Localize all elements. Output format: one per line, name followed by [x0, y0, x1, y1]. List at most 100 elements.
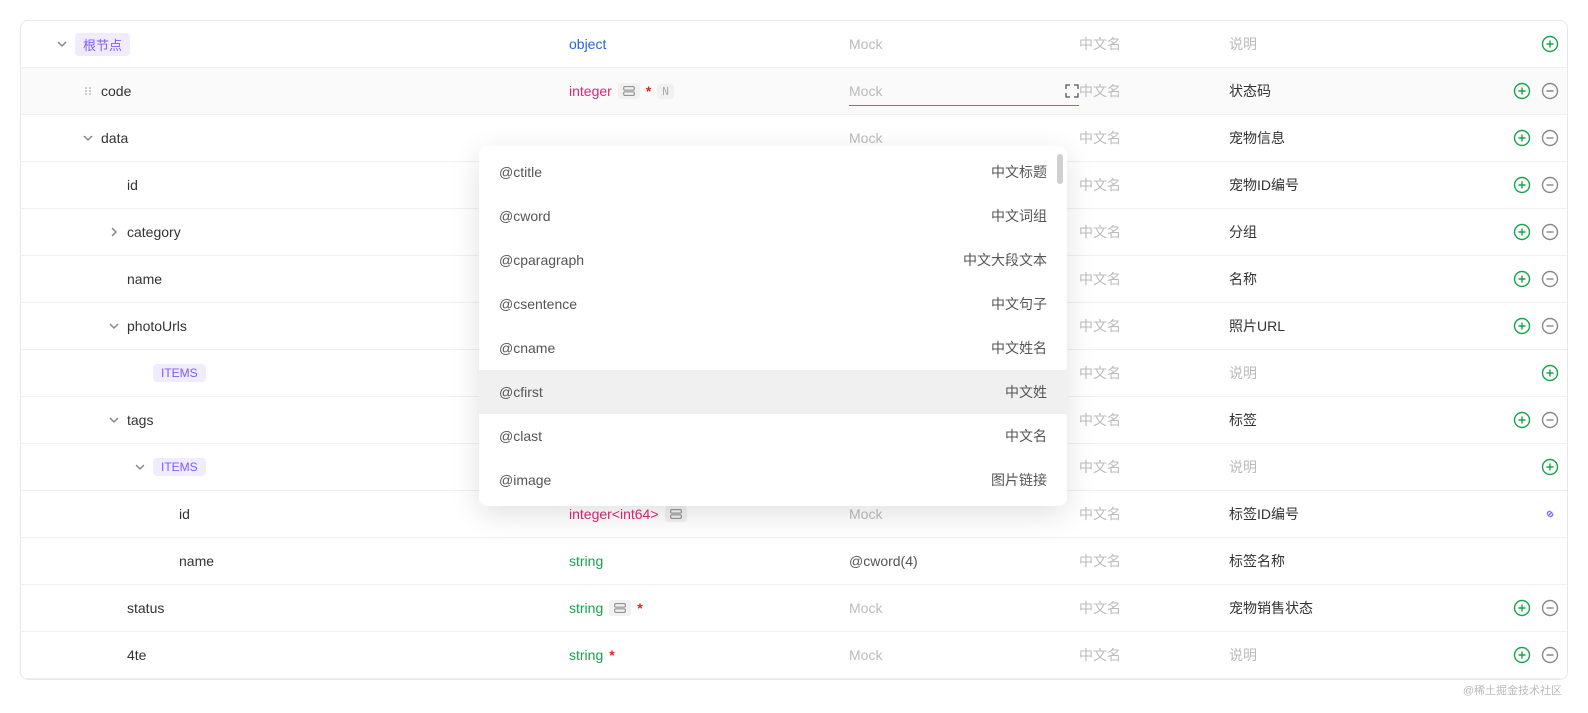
field-name[interactable]: data — [101, 130, 128, 146]
mock-input[interactable] — [849, 83, 1065, 99]
field-name[interactable]: name — [127, 271, 162, 287]
chinese-name-cell[interactable]: 中文名 — [1079, 81, 1229, 101]
chinese-name-cell[interactable]: 中文名 — [1079, 410, 1229, 430]
add-button[interactable] — [1541, 458, 1559, 476]
dropdown-item[interactable]: @cparagraph中文大段文本 — [479, 238, 1067, 282]
link-icon[interactable] — [1541, 505, 1559, 523]
field-name[interactable]: tags — [127, 412, 153, 428]
chinese-name-cell[interactable]: 中文名 — [1079, 598, 1229, 618]
mock-cell[interactable] — [849, 76, 1079, 106]
drag-handle-icon[interactable] — [81, 84, 95, 98]
required-star-icon[interactable]: * — [609, 647, 614, 663]
dropdown-item[interactable]: @cfirst中文姓 — [479, 370, 1067, 414]
items-badge[interactable]: ITEMS — [153, 364, 206, 382]
add-button[interactable] — [1541, 364, 1559, 382]
toggle-down-icon[interactable] — [107, 319, 121, 333]
toggle-down-icon[interactable] — [107, 413, 121, 427]
field-name[interactable]: category — [127, 224, 181, 240]
type-cell[interactable]: integer<int64> — [569, 506, 849, 522]
required-star-icon[interactable]: * — [637, 600, 642, 616]
items-badge[interactable]: ITEMS — [153, 458, 206, 476]
mock-cell[interactable]: Mock — [849, 647, 1079, 663]
field-name[interactable]: id — [127, 177, 138, 193]
field-name[interactable]: code — [101, 83, 131, 99]
chinese-name-cell[interactable]: 中文名 — [1079, 316, 1229, 336]
chinese-name-cell[interactable]: 中文名 — [1079, 175, 1229, 195]
mock-cell[interactable]: Mock — [849, 36, 1079, 52]
dropdown-item[interactable]: @cname中文姓名 — [479, 326, 1067, 370]
chinese-name-cell[interactable]: 中文名 — [1079, 645, 1229, 665]
combine-icon[interactable] — [665, 506, 687, 522]
chinese-name-cell[interactable]: 中文名 — [1079, 34, 1229, 54]
description-cell[interactable]: 标签名称 — [1229, 551, 1489, 571]
required-star-icon[interactable]: * — [646, 83, 651, 99]
remove-button[interactable] — [1541, 317, 1559, 335]
root-node-badge[interactable]: 根节点 — [75, 33, 130, 56]
chinese-name-cell[interactable]: 中文名 — [1079, 457, 1229, 477]
dropdown-item[interactable]: @csentence中文句子 — [479, 282, 1067, 326]
description-cell[interactable]: 宠物信息 — [1229, 128, 1489, 148]
chinese-name-cell[interactable]: 中文名 — [1079, 504, 1229, 524]
add-button[interactable] — [1513, 176, 1531, 194]
field-name[interactable]: 4te — [127, 647, 146, 663]
remove-button[interactable] — [1541, 176, 1559, 194]
add-button[interactable] — [1513, 411, 1531, 429]
description-cell[interactable]: 说明 — [1229, 363, 1489, 383]
add-button[interactable] — [1513, 223, 1531, 241]
type-cell[interactable]: string — [569, 553, 849, 569]
combine-icon[interactable] — [618, 83, 640, 99]
add-button[interactable] — [1513, 270, 1531, 288]
description-cell[interactable]: 照片URL — [1229, 316, 1489, 336]
remove-button[interactable] — [1541, 129, 1559, 147]
field-name[interactable]: photoUrls — [127, 318, 187, 334]
scrollbar-thumb[interactable] — [1057, 154, 1063, 184]
description-cell[interactable]: 名称 — [1229, 269, 1489, 289]
chinese-name-cell[interactable]: 中文名 — [1079, 363, 1229, 383]
add-button[interactable] — [1541, 35, 1559, 53]
dropdown-item[interactable]: @cword中文词组 — [479, 194, 1067, 238]
remove-button[interactable] — [1541, 411, 1559, 429]
chinese-name-cell[interactable]: 中文名 — [1079, 128, 1229, 148]
description-cell[interactable]: 分组 — [1229, 222, 1489, 242]
toggle-down-icon[interactable] — [81, 131, 95, 145]
mock-cell[interactable]: Mock — [849, 600, 1079, 616]
toggle-down-icon[interactable] — [133, 460, 147, 474]
add-button[interactable] — [1513, 599, 1531, 617]
description-cell[interactable]: 说明 — [1229, 645, 1489, 665]
remove-button[interactable] — [1541, 599, 1559, 617]
dropdown-item[interactable]: @ctitle中文标题 — [479, 150, 1067, 194]
field-name[interactable]: name — [179, 553, 214, 569]
add-button[interactable] — [1513, 317, 1531, 335]
remove-button[interactable] — [1541, 270, 1559, 288]
add-button[interactable] — [1513, 646, 1531, 664]
type-cell[interactable]: integer*N — [569, 83, 849, 99]
remove-button[interactable] — [1541, 82, 1559, 100]
mock-cell[interactable]: @cword(4) — [849, 553, 1079, 569]
dropdown-item[interactable]: @image图片链接 — [479, 458, 1067, 502]
mock-cell[interactable]: Mock — [849, 506, 1079, 522]
combine-icon[interactable] — [609, 600, 631, 616]
description-cell[interactable]: 宠物ID编号 — [1229, 175, 1489, 195]
chinese-name-cell[interactable]: 中文名 — [1079, 269, 1229, 289]
field-name[interactable]: id — [179, 506, 190, 522]
chinese-name-cell[interactable]: 中文名 — [1079, 222, 1229, 242]
description-cell[interactable]: 状态码 — [1229, 81, 1489, 101]
type-cell[interactable]: object — [569, 36, 849, 52]
expand-icon[interactable] — [1065, 84, 1079, 98]
description-cell[interactable]: 说明 — [1229, 457, 1489, 477]
type-cell[interactable]: string* — [569, 647, 849, 663]
type-cell[interactable]: string* — [569, 600, 849, 616]
mock-cell[interactable]: Mock — [849, 130, 1079, 146]
description-cell[interactable]: 标签 — [1229, 410, 1489, 430]
dropdown-item[interactable]: @clast中文名 — [479, 414, 1067, 458]
add-button[interactable] — [1513, 129, 1531, 147]
remove-button[interactable] — [1541, 223, 1559, 241]
add-button[interactable] — [1513, 82, 1531, 100]
description-cell[interactable]: 说明 — [1229, 34, 1489, 54]
nullable-tag[interactable]: N — [657, 84, 674, 99]
chinese-name-cell[interactable]: 中文名 — [1079, 551, 1229, 571]
toggle-right-icon[interactable] — [107, 225, 121, 239]
remove-button[interactable] — [1541, 646, 1559, 664]
field-name[interactable]: status — [127, 600, 164, 616]
description-cell[interactable]: 标签ID编号 — [1229, 504, 1489, 524]
